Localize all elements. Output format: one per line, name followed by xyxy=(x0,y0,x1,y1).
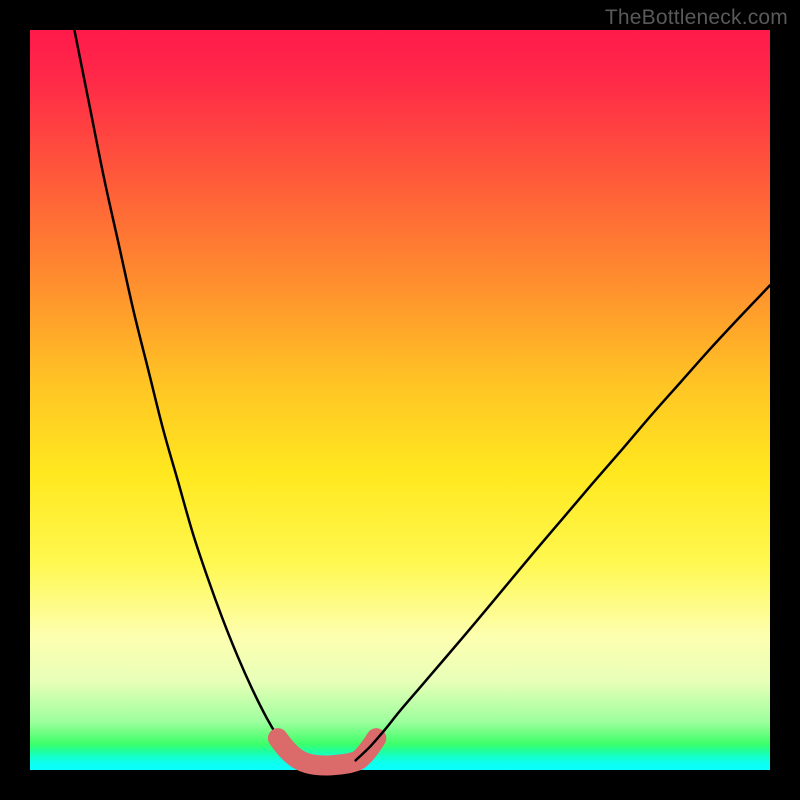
watermark-text: TheBottleneck.com xyxy=(605,6,788,30)
series-left-branch xyxy=(74,30,300,761)
series-right-branch xyxy=(356,285,770,760)
series-valley-highlight xyxy=(278,738,376,765)
curve-plot xyxy=(30,30,770,770)
